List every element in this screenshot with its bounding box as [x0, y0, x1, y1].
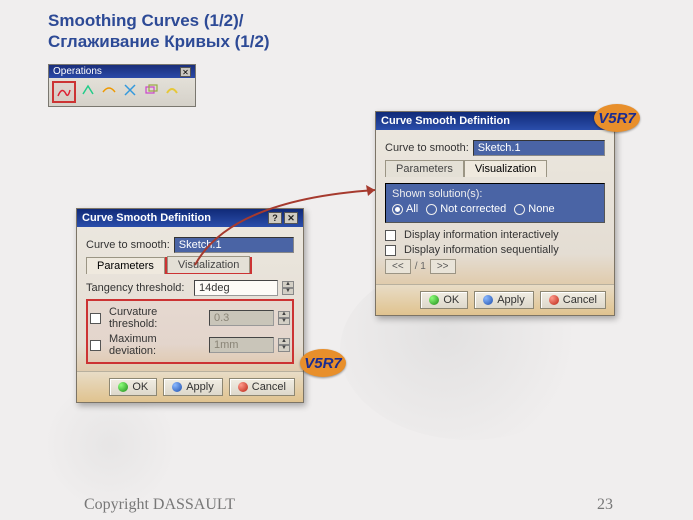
ok-button[interactable]: OK	[420, 291, 468, 309]
tab-parameters[interactable]: Parameters	[86, 257, 165, 274]
curve-to-smooth-field[interactable]: Sketch.1	[473, 140, 605, 156]
toolbar-titlebar[interactable]: Operations ✕	[49, 65, 195, 78]
toolbar-title-text: Operations	[53, 66, 102, 77]
ok-icon	[429, 295, 439, 305]
tab-visualization[interactable]: Visualization	[167, 256, 251, 273]
close-icon[interactable]: ✕	[284, 212, 298, 224]
max-deviation-field: 1mm	[209, 337, 274, 353]
translate-icon[interactable]	[142, 81, 160, 99]
copyright-text: Copyright DASSAULT	[84, 496, 235, 514]
dialog-title-text: Curve Smooth Definition	[381, 115, 510, 127]
curve-to-smooth-label: Curve to smooth:	[385, 142, 469, 154]
ok-button[interactable]: OK	[109, 378, 157, 396]
curvature-threshold-label: Curvature threshold:	[109, 306, 205, 330]
cancel-icon	[238, 382, 248, 392]
shown-solutions-label: Shown solution(s):	[392, 188, 598, 200]
apply-button[interactable]: Apply	[163, 378, 223, 396]
version-badge: V5R7	[594, 104, 640, 132]
dialog-titlebar[interactable]: Curve Smooth Definition ? ✕	[77, 209, 303, 227]
curve-smooth-dialog-visualization: Curve Smooth Definition Curve to smooth:…	[375, 111, 615, 316]
page-number: 23	[597, 496, 613, 514]
curve-to-smooth-label: Curve to smooth:	[86, 239, 170, 251]
title-line-1: Smoothing Curves (1/2)/	[48, 11, 244, 30]
near-icon[interactable]	[163, 81, 181, 99]
next-button[interactable]: >>	[430, 259, 456, 274]
curve-to-smooth-field[interactable]: Sketch.1	[174, 237, 294, 253]
opt-none: None	[528, 203, 554, 215]
title-line-2: Сглаживание Кривых (1/2)	[48, 32, 270, 51]
opt-all: All	[406, 203, 418, 215]
display-sequential-checkbox[interactable]	[385, 245, 396, 256]
cancel-button[interactable]: Cancel	[229, 378, 295, 396]
radio-all[interactable]	[392, 204, 403, 215]
tangency-threshold-field[interactable]: 14deg	[194, 280, 278, 296]
maxdev-spinner[interactable]: ▲▼	[278, 338, 290, 352]
cancel-button[interactable]: Cancel	[540, 291, 606, 309]
tangency-spinner[interactable]: ▲▼	[282, 281, 294, 295]
tab-parameters[interactable]: Parameters	[385, 160, 464, 177]
prev-button[interactable]: <<	[385, 259, 411, 274]
help-icon[interactable]: ?	[268, 212, 282, 224]
trim-icon[interactable]	[121, 81, 139, 99]
dialog-titlebar[interactable]: Curve Smooth Definition	[376, 112, 614, 130]
max-deviation-label: Maximum deviation:	[109, 333, 205, 357]
close-icon[interactable]: ✕	[180, 67, 191, 77]
max-deviation-checkbox[interactable]	[90, 340, 101, 351]
display-interactive-checkbox[interactable]	[385, 230, 396, 241]
tab-visualization[interactable]: Visualization	[464, 160, 548, 177]
ok-icon	[118, 382, 128, 392]
cancel-icon	[549, 295, 559, 305]
apply-icon	[483, 295, 493, 305]
extrapolate-icon[interactable]	[100, 81, 118, 99]
join-icon[interactable]	[79, 81, 97, 99]
apply-icon	[172, 382, 182, 392]
curvature-threshold-field: 0.3	[209, 310, 274, 326]
apply-button[interactable]: Apply	[474, 291, 534, 309]
tangency-threshold-label: Tangency threshold:	[86, 282, 190, 294]
display-sequential-label: Display information sequentially	[404, 244, 559, 256]
curvature-threshold-checkbox[interactable]	[90, 313, 101, 324]
slide-title: Smoothing Curves (1/2)/ Сглаживание Крив…	[48, 10, 270, 53]
version-badge: V5R7	[300, 349, 346, 377]
opt-not-corrected: Not corrected	[440, 203, 506, 215]
display-interactive-label: Display information interactively	[404, 229, 559, 241]
curve-smooth-icon[interactable]	[55, 83, 73, 101]
radio-none[interactable]	[514, 204, 525, 215]
operations-toolbar: Operations ✕	[48, 64, 196, 107]
nav-page-indicator: / 1	[415, 261, 426, 272]
curve-smooth-dialog-params: Curve Smooth Definition ? ✕ Curve to smo…	[76, 208, 304, 403]
curvature-spinner[interactable]: ▲▼	[278, 311, 290, 325]
dialog-title-text: Curve Smooth Definition	[82, 212, 211, 224]
radio-not-corrected[interactable]	[426, 204, 437, 215]
